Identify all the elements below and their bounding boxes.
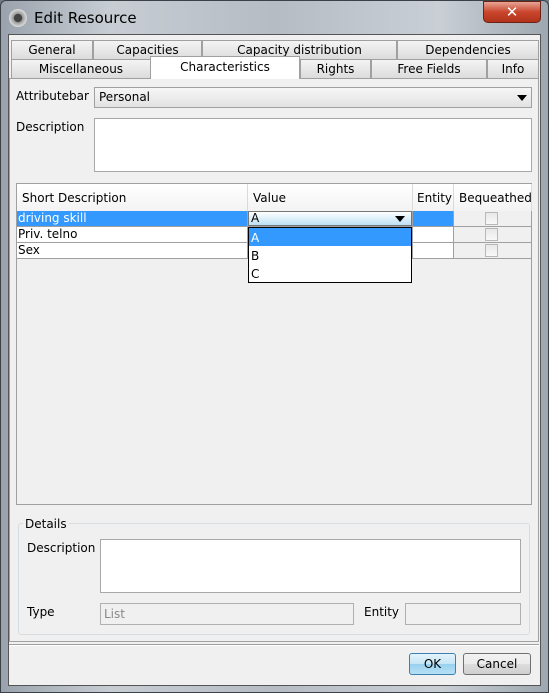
description-textarea[interactable]: [94, 118, 532, 172]
cancel-button[interactable]: Cancel: [463, 653, 531, 675]
details-description-label: Description: [27, 541, 96, 555]
tab-miscellaneous[interactable]: Miscellaneous: [11, 59, 151, 78]
tab-general[interactable]: General: [11, 40, 93, 59]
table-cell-entity[interactable]: [413, 211, 454, 227]
bequeathed-checkbox[interactable]: [485, 244, 498, 257]
details-description-textarea[interactable]: [100, 539, 521, 593]
bequeathed-checkbox[interactable]: [485, 228, 498, 241]
close-button[interactable]: ✕: [483, 1, 541, 23]
description-label: Description: [16, 120, 85, 134]
table-cell-short[interactable]: Sex: [17, 243, 248, 259]
table-cell-bequeathed[interactable]: [454, 227, 532, 243]
bequeathed-checkbox[interactable]: [485, 212, 498, 225]
window-title: Edit Resource: [34, 9, 137, 27]
table-cell-short[interactable]: Priv. telno: [17, 227, 248, 243]
tab-dependencies[interactable]: Dependencies: [397, 40, 539, 59]
type-label: Type: [27, 605, 55, 619]
chevron-down-icon: [517, 95, 527, 101]
attributebar-value: Personal: [99, 90, 151, 104]
column-header-entity[interactable]: Entity: [413, 184, 454, 211]
tab-free-fields[interactable]: Free Fields: [371, 59, 487, 78]
dropdown-option-b[interactable]: B: [249, 246, 411, 264]
column-header-value[interactable]: Value: [248, 184, 413, 211]
table-cell-value[interactable]: A: [248, 211, 413, 227]
chevron-down-icon: [395, 216, 405, 222]
dropdown-option-a[interactable]: A: [249, 228, 411, 246]
value-dropdown-list: A B C: [248, 227, 412, 283]
table-cell-entity[interactable]: [413, 227, 454, 243]
value-combo-text: A: [251, 211, 260, 225]
column-header-short-description[interactable]: Short Description: [17, 184, 248, 211]
value-combo-editor[interactable]: A: [248, 211, 412, 226]
tab-rights[interactable]: Rights: [300, 59, 371, 78]
table-cell-short[interactable]: driving skill: [17, 211, 248, 227]
table-cell-bequeathed[interactable]: [454, 211, 532, 227]
attributebar-select[interactable]: Personal: [94, 87, 532, 108]
table-cell-entity[interactable]: [413, 243, 454, 259]
app-gear-icon: [9, 9, 27, 27]
ok-button[interactable]: OK: [409, 653, 456, 675]
attributebar-label: Attributebar: [16, 89, 89, 103]
tab-characteristics[interactable]: Characteristics: [150, 56, 300, 79]
type-field: List: [100, 603, 354, 625]
tab-info[interactable]: Info: [487, 59, 539, 78]
separator: [9, 644, 539, 646]
column-header-bequeathed[interactable]: Bequeathed: [454, 184, 532, 211]
entity-field: [405, 603, 521, 625]
details-title: Details: [23, 517, 69, 531]
dropdown-option-c[interactable]: C: [249, 264, 411, 282]
table-cell-bequeathed[interactable]: [454, 243, 532, 259]
entity-label: Entity: [364, 605, 400, 619]
